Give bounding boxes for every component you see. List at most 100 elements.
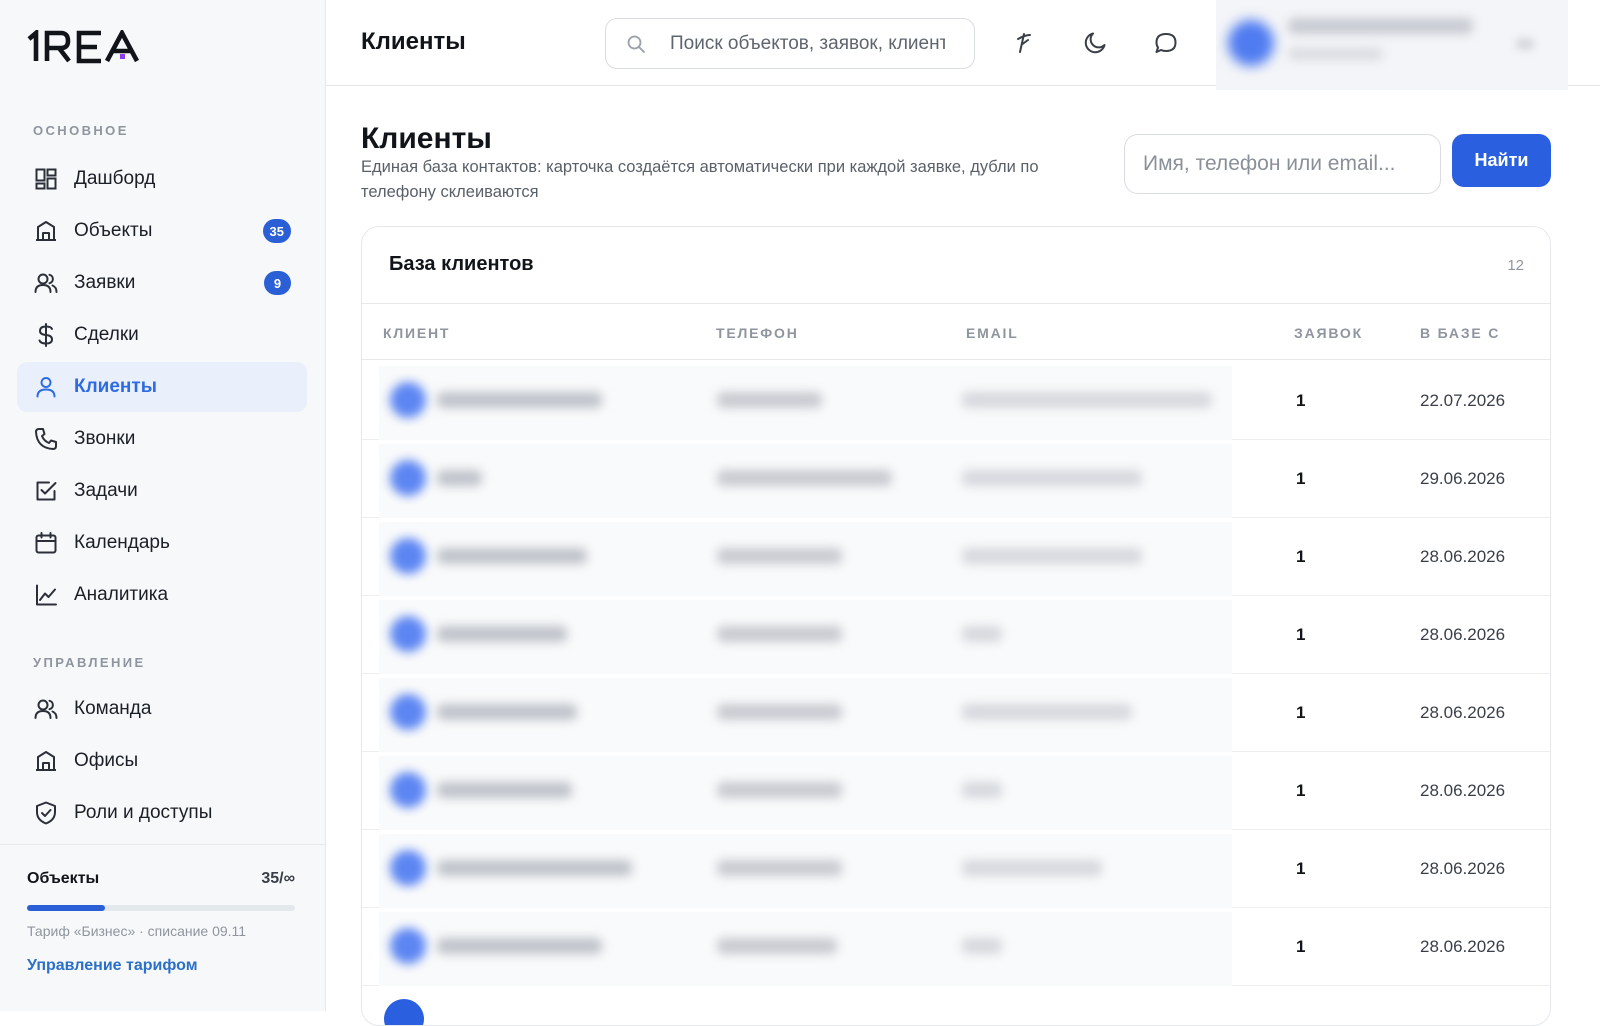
user-icon [34,375,58,399]
clients-count: 12 [1507,257,1524,274]
count-badge: 9 [264,271,291,295]
table-row[interactable]: 1 28.06.2026 [362,518,1550,596]
column-header-requests[interactable]: ЗАЯВОК [1294,325,1363,341]
avatar [390,694,426,730]
sidebar-item-dashboard[interactable]: Дашборд [17,154,307,204]
email-redacted [962,782,1002,798]
avatar [384,999,424,1025]
sidebar-item-tasks[interactable]: Задачи [17,466,307,516]
email-redacted [962,860,1102,876]
client-name-redacted[interactable] [437,626,567,642]
page-title: Клиенты [361,122,492,155]
app-logo[interactable] [27,30,149,64]
moon-icon[interactable] [1078,26,1112,60]
email-redacted [962,938,1002,954]
sidebar-item-calendar[interactable]: Календарь [17,518,307,568]
section-label-main: ОСНОВНОЕ [33,123,129,138]
column-header-client[interactable]: КЛИЕНТ [383,325,450,341]
client-since-date: 28.06.2026 [1420,781,1506,800]
column-header-since[interactable]: В БАЗЕ С [1420,325,1500,341]
client-since-date: 28.06.2026 [1420,859,1506,878]
requests-count: 1 [1296,859,1306,878]
requests-count: 1 [1296,625,1306,644]
requests-count: 1 [1296,937,1306,956]
client-name-redacted[interactable] [437,548,587,564]
client-since-date: 28.06.2026 [1420,703,1506,722]
table-row[interactable]: 1 28.06.2026 [362,596,1550,674]
quota-progress-bar [27,905,295,911]
divider [362,303,1550,304]
quota-count: 35/∞ [261,870,295,887]
dashboard-icon [34,167,58,191]
sidebar-item-label: Заявки [74,272,136,293]
checkbox-icon [34,479,58,503]
client-since-date: 28.06.2026 [1420,625,1506,644]
sidebar-item-label: Клиенты [74,376,157,397]
chevron-down-icon [1516,38,1534,50]
sidebar-item-objects[interactable]: Объекты 35 [17,206,307,256]
user-menu[interactable] [1216,0,1568,90]
client-name-redacted[interactable] [437,470,482,486]
sidebar-item-label: Сделки [74,324,139,345]
sidebar-item-requests[interactable]: Заявки 9 [17,258,307,308]
email-redacted [962,470,1142,486]
dollar-icon [34,323,58,347]
users-icon [34,271,58,295]
client-name-redacted[interactable] [437,938,602,954]
email-redacted [962,704,1132,720]
avatar [390,616,426,652]
section-label-management: УПРАВЛЕНИЕ [33,655,146,670]
sidebar-item-roles[interactable]: Роли и доступы [17,788,307,838]
avatar [390,460,426,496]
table-row[interactable]: 1 29.06.2026 [362,440,1550,518]
table-row[interactable]: 1 28.06.2026 [362,674,1550,752]
table-row[interactable]: 1 22.07.2026 [362,362,1550,440]
sidebar-item-clients[interactable]: Клиенты [17,362,307,412]
sidebar-item-label: Задачи [74,480,138,501]
building-icon [34,749,58,773]
page-subtitle: Единая база контактов: карточка создаётс… [361,158,1039,201]
global-search-input[interactable] [670,32,945,55]
sidebar-item-team[interactable]: Команда [17,684,307,734]
sidebar-item-label: Дашборд [74,168,156,189]
client-name-redacted[interactable] [437,392,602,408]
requests-count: 1 [1296,391,1306,410]
avatar [390,772,426,808]
user-name-redacted [1288,18,1473,34]
column-header-email[interactable]: EMAIL [966,325,1019,341]
card-title: База клиентов [389,253,534,275]
avatar [390,850,426,886]
quota-title: Объекты [27,870,100,887]
table-row[interactable]: 1 28.06.2026 [362,752,1550,830]
column-header-phone[interactable]: ТЕЛЕФОН [716,325,799,341]
phone-redacted [717,392,822,408]
client-search-input[interactable] [1124,134,1441,194]
sidebar-item-deals[interactable]: Сделки [17,310,307,360]
sidebar-item-label: Команда [74,698,152,719]
client-name-redacted[interactable] [437,860,632,876]
table-row[interactable]: 1 28.06.2026 [362,830,1550,908]
sidebar-item-calls[interactable]: Звонки [17,414,307,464]
user-role-redacted [1288,48,1383,60]
client-since-date: 29.06.2026 [1420,469,1506,488]
global-search[interactable] [605,18,975,69]
manage-tariff-link[interactable]: Управление тарифом [27,957,198,975]
requests-count: 1 [1296,547,1306,566]
client-since-date: 22.07.2026 [1420,391,1506,410]
table-row[interactable]: 1 28.06.2026 [362,908,1550,986]
client-name-redacted[interactable] [437,704,577,720]
email-redacted [962,626,1002,642]
sidebar-item-offices[interactable]: Офисы [17,736,307,786]
client-since-date: 28.06.2026 [1420,547,1506,566]
building-icon [34,219,58,243]
sidebar-item-analytics[interactable]: Аналитика [17,570,307,620]
client-name-redacted[interactable] [437,782,572,798]
chat-icon[interactable] [1149,26,1183,60]
find-button[interactable]: Найти [1452,134,1551,187]
clients-table-card: База клиентов 12 КЛИЕНТ ТЕЛЕФОН EMAIL ЗА… [361,226,1551,1026]
phone-redacted [717,470,892,486]
phone-redacted [717,704,842,720]
broom-icon[interactable] [1007,26,1041,60]
chart-line-icon [34,583,58,607]
phone-redacted [717,860,842,876]
